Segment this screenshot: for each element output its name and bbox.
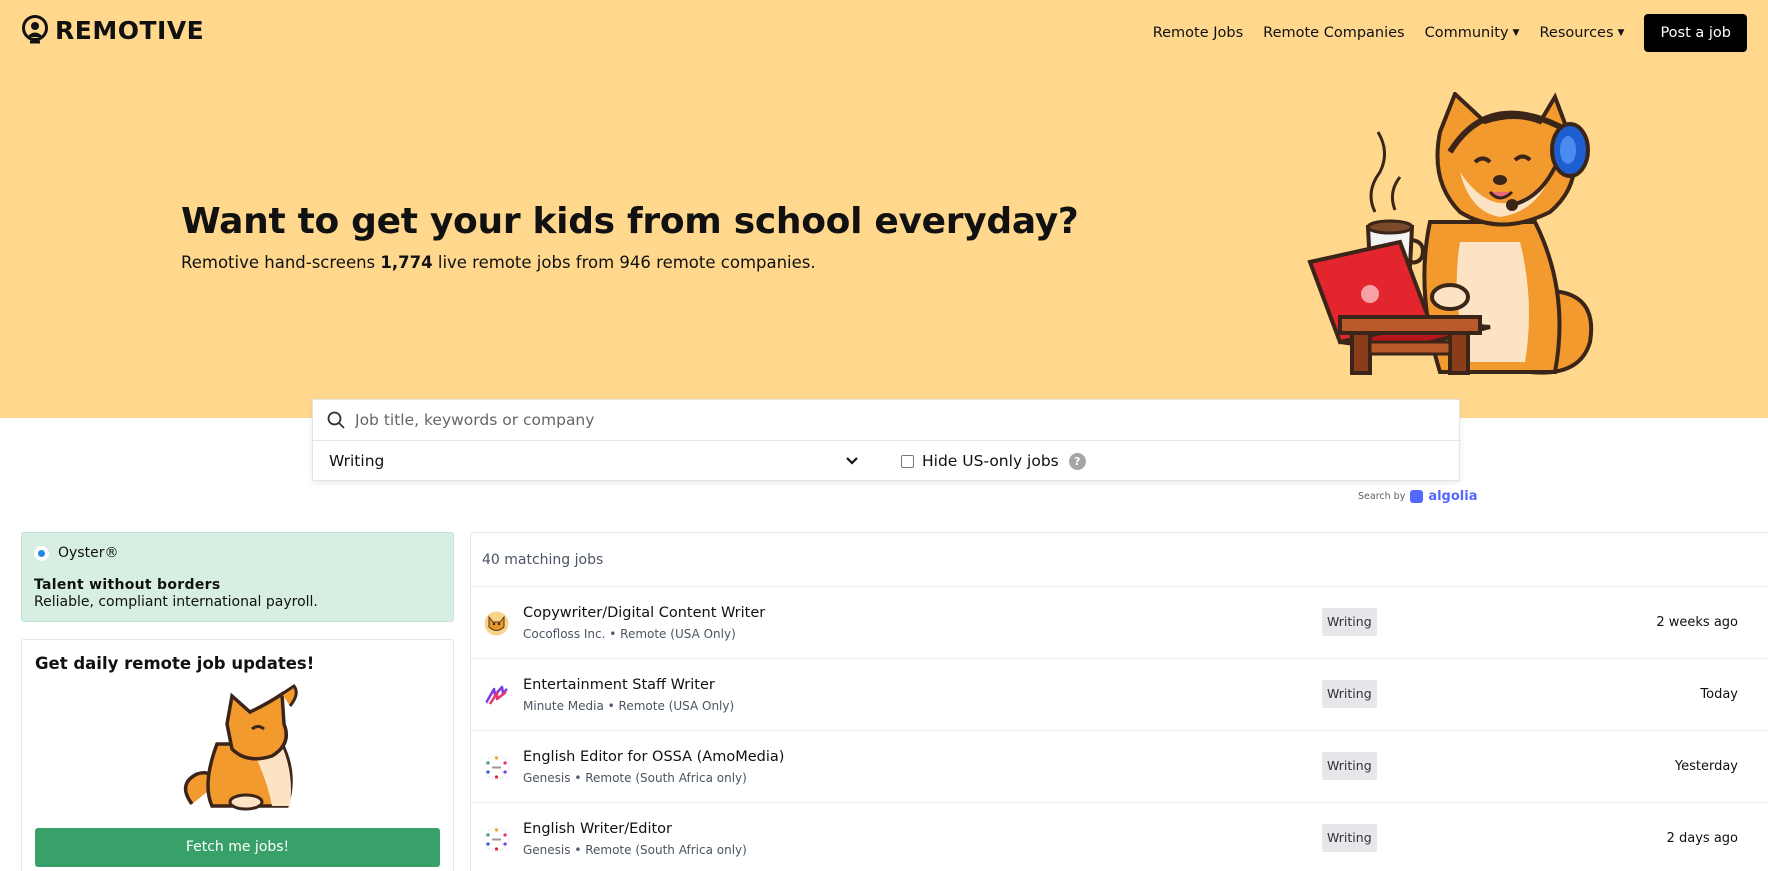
logo-icon bbox=[22, 15, 48, 44]
job-updates-title: Get daily remote job updates! bbox=[35, 654, 315, 673]
job-updates-card: Get daily remote job updates! Fetch me j… bbox=[21, 639, 454, 871]
hide-us-only-label: Hide US-only jobs bbox=[922, 452, 1059, 470]
fetch-jobs-button[interactable]: Fetch me jobs! bbox=[35, 828, 440, 867]
hide-us-only-toggle[interactable]: Hide US-only jobs ? bbox=[901, 452, 1086, 470]
job-row[interactable]: English Editor for OSSA (AmoMedia) Genes… bbox=[471, 731, 1768, 803]
ad-headline: Talent without borders bbox=[34, 577, 221, 593]
job-category-tag[interactable]: Writing bbox=[1322, 752, 1377, 780]
job-title[interactable]: Copywriter/Digital Content Writer bbox=[523, 605, 765, 621]
search-input[interactable] bbox=[355, 411, 1355, 429]
job-meta: Minute Media • Remote (USA Only) bbox=[523, 699, 735, 713]
algolia-name: algolia bbox=[1428, 489, 1478, 504]
ad-text: Reliable, compliant international payrol… bbox=[34, 594, 318, 610]
main-nav: Remote Jobs Remote Companies Community ▼ … bbox=[1153, 14, 1747, 52]
search-row bbox=[313, 400, 1459, 441]
search-panel: Writing Hide US-only jobs ? bbox=[312, 399, 1460, 481]
oyster-logo-icon bbox=[34, 545, 49, 561]
search-by-label: Search by bbox=[1358, 491, 1406, 502]
brand-name: REMOTIVE bbox=[55, 15, 205, 45]
company-logo-icon bbox=[484, 827, 509, 852]
hero-sub-prefix: Remotive hand-screens bbox=[181, 253, 381, 272]
search-by-algolia[interactable]: Search by algolia bbox=[1358, 489, 1477, 504]
sponsor-ad[interactable]: Oyster® Talent without borders Reliable,… bbox=[21, 532, 454, 622]
job-list: 40 matching jobs Copywriter/Digital Cont… bbox=[470, 532, 1768, 871]
nav-resources[interactable]: Resources ▼ bbox=[1539, 25, 1624, 41]
nav-remote-jobs[interactable]: Remote Jobs bbox=[1153, 25, 1243, 41]
job-category-tag[interactable]: Writing bbox=[1322, 608, 1377, 636]
filter-row: Writing Hide US-only jobs ? bbox=[313, 441, 1459, 481]
caret-down-icon: ▼ bbox=[1617, 28, 1625, 38]
category-select[interactable]: Writing bbox=[313, 452, 873, 470]
job-date: Yesterday bbox=[1674, 759, 1738, 774]
nav-resources-label: Resources bbox=[1539, 25, 1614, 41]
howling-dog-illustration bbox=[183, 684, 298, 811]
hide-us-only-checkbox[interactable] bbox=[901, 454, 914, 468]
hero-job-count: 1,774 bbox=[380, 253, 433, 272]
job-category-tag[interactable]: Writing bbox=[1322, 680, 1377, 708]
job-meta: Genesis • Remote (South Africa only) bbox=[523, 843, 747, 857]
job-meta: Cocofloss Inc. • Remote (USA Only) bbox=[523, 627, 736, 641]
nav-remote-companies[interactable]: Remote Companies bbox=[1263, 25, 1404, 41]
category-select-value: Writing bbox=[329, 452, 385, 470]
chevron-down-icon bbox=[846, 457, 858, 465]
nav-community[interactable]: Community ▼ bbox=[1425, 25, 1520, 41]
hero-title: Want to get your kids from school everyd… bbox=[181, 201, 1079, 242]
help-icon[interactable]: ? bbox=[1068, 452, 1086, 470]
brand-logo[interactable]: REMOTIVE bbox=[21, 15, 204, 45]
job-category-tag[interactable]: Writing bbox=[1322, 824, 1377, 852]
company-logo-icon bbox=[484, 685, 509, 705]
job-meta: Genesis • Remote (South Africa only) bbox=[523, 771, 747, 785]
job-title[interactable]: English Writer/Editor bbox=[523, 821, 672, 837]
ad-brand-name: Oyster® bbox=[58, 545, 119, 561]
nav-community-label: Community bbox=[1424, 25, 1509, 41]
algolia-icon bbox=[1410, 490, 1424, 503]
job-row[interactable]: Copywriter/Digital Content Writer Cocofl… bbox=[471, 587, 1768, 659]
dog-mascot-illustration bbox=[1307, 92, 1594, 375]
post-job-button[interactable]: Post a job bbox=[1644, 14, 1747, 52]
job-date: Today bbox=[1700, 687, 1738, 702]
job-row[interactable]: English Writer/Editor Genesis • Remote (… bbox=[471, 803, 1768, 871]
job-row[interactable]: Entertainment Staff Writer Minute Media … bbox=[471, 659, 1768, 731]
caret-down-icon: ▼ bbox=[1512, 28, 1520, 38]
matching-jobs-count: 40 matching jobs bbox=[471, 533, 1768, 587]
job-title[interactable]: English Editor for OSSA (AmoMedia) bbox=[523, 749, 784, 765]
ad-brand: Oyster® bbox=[34, 545, 441, 561]
company-logo-icon bbox=[484, 611, 509, 636]
job-date: 2 weeks ago bbox=[1656, 615, 1738, 630]
hero-subtitle: Remotive hand-screens 1,774 live remote … bbox=[181, 253, 816, 272]
job-title[interactable]: Entertainment Staff Writer bbox=[523, 677, 715, 693]
company-logo-icon bbox=[484, 755, 509, 780]
search-icon bbox=[327, 411, 345, 429]
hero-sub-suffix: live remote jobs from 946 remote compani… bbox=[432, 253, 816, 272]
job-date: 2 days ago bbox=[1666, 831, 1738, 846]
